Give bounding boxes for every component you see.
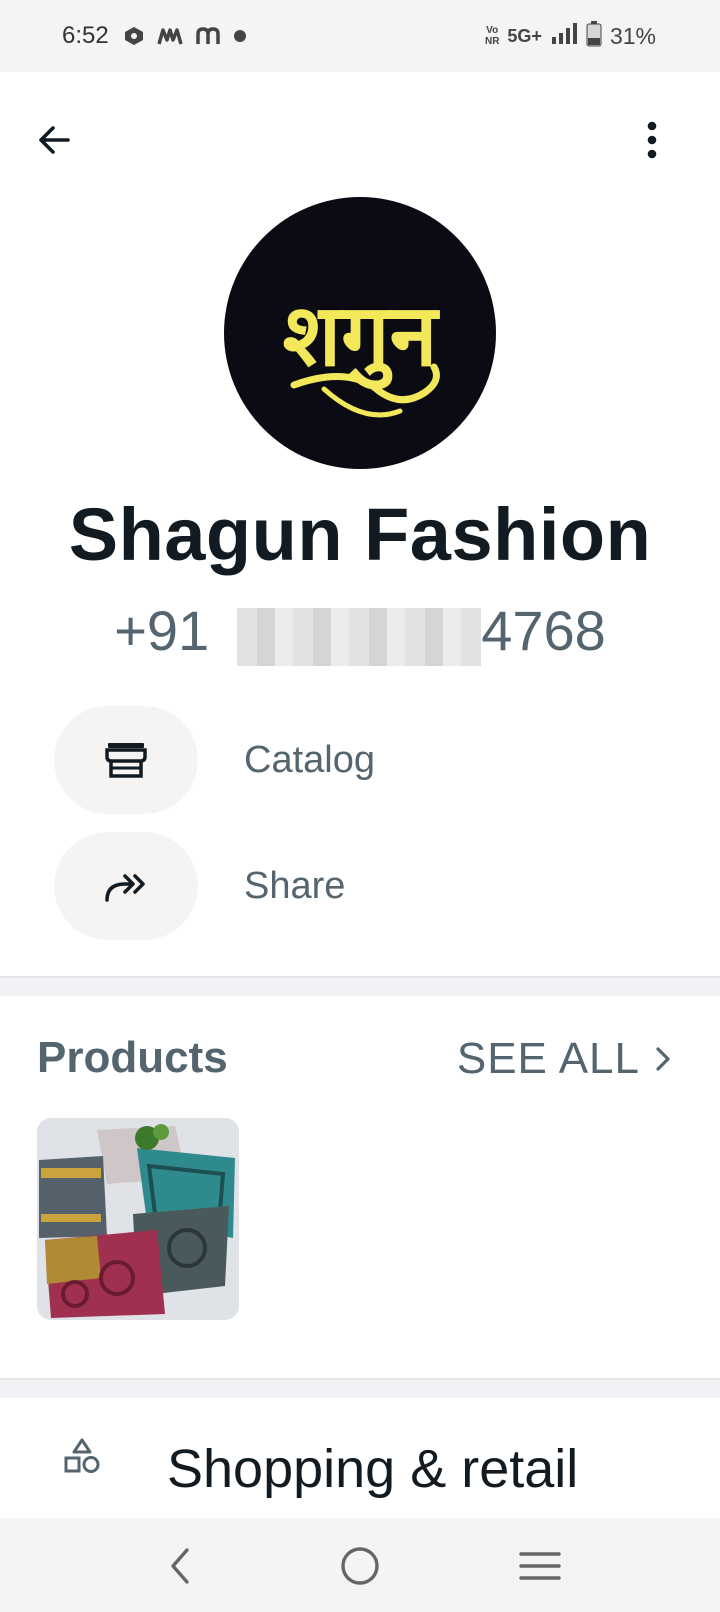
catalog-action[interactable]: Catalog — [54, 706, 674, 814]
category-label: Shopping & retail — [167, 1439, 579, 1499]
app-notification-icon — [123, 25, 145, 47]
more-vertical-icon — [647, 121, 657, 159]
share-label: Share — [244, 864, 346, 907]
saree-product-image — [37, 1118, 239, 1320]
chevron-right-icon — [656, 1047, 670, 1071]
see-all-button[interactable]: SEE ALL — [457, 1034, 672, 1084]
volte-indicator: Vo NR — [485, 25, 499, 47]
notification-icons — [123, 25, 247, 47]
volte-bottom: NR — [484, 36, 500, 47]
volte-top: Vo — [486, 25, 499, 36]
toolbar — [0, 72, 720, 200]
status-right: Vo NR 5G+ 31% — [485, 0, 656, 72]
nav-back-icon — [171, 1548, 189, 1584]
more-options-button[interactable] — [624, 112, 680, 168]
signal-icon — [550, 22, 578, 51]
share-action[interactable]: Share — [54, 832, 674, 940]
m-notification-icon — [195, 26, 221, 46]
status-time: 6:52 — [62, 22, 109, 49]
business-avatar[interactable]: शगुन — [224, 197, 496, 469]
battery-icon — [586, 20, 602, 52]
section-divider — [0, 976, 720, 996]
phone-prefix: +91 — [114, 599, 210, 662]
nav-home-icon — [341, 1547, 379, 1585]
business-name: Shagun Fashion — [68, 493, 652, 576]
nav-recents-icon — [519, 1552, 561, 1580]
system-nav-bar — [0, 1518, 720, 1612]
nav-home-button[interactable] — [330, 1538, 390, 1594]
forward-share-icon — [105, 874, 145, 902]
battery-percent: 31% — [609, 22, 656, 49]
back-button[interactable] — [26, 112, 82, 168]
shapes-icon — [64, 1438, 100, 1473]
nav-recents-button[interactable] — [510, 1538, 570, 1594]
svg-text:शगुन: शगुन — [283, 286, 441, 390]
products-title: Products — [37, 1033, 228, 1082]
dot-icon — [233, 29, 247, 43]
catalog-label: Catalog — [244, 738, 375, 781]
nav-back-button[interactable] — [150, 1538, 210, 1594]
see-all-label: SEE ALL — [456, 1034, 640, 1083]
arrow-left-icon — [39, 126, 70, 154]
status-bar: 6:52 Vo NR 5G+ 31% — [0, 0, 720, 72]
catalog-button[interactable] — [54, 706, 198, 814]
phone-redaction — [237, 608, 481, 666]
network-type: 5G+ — [507, 25, 542, 46]
product-thumbnail[interactable] — [37, 1118, 239, 1320]
m-notification-icon — [157, 26, 183, 46]
category-row: Shopping & retail — [0, 1398, 720, 1518]
section-divider — [0, 1378, 720, 1398]
storefront-icon — [105, 743, 147, 778]
phone-suffix: 4768 — [481, 599, 606, 662]
shagun-logo: शगुन — [283, 286, 441, 418]
share-button[interactable] — [54, 832, 198, 940]
